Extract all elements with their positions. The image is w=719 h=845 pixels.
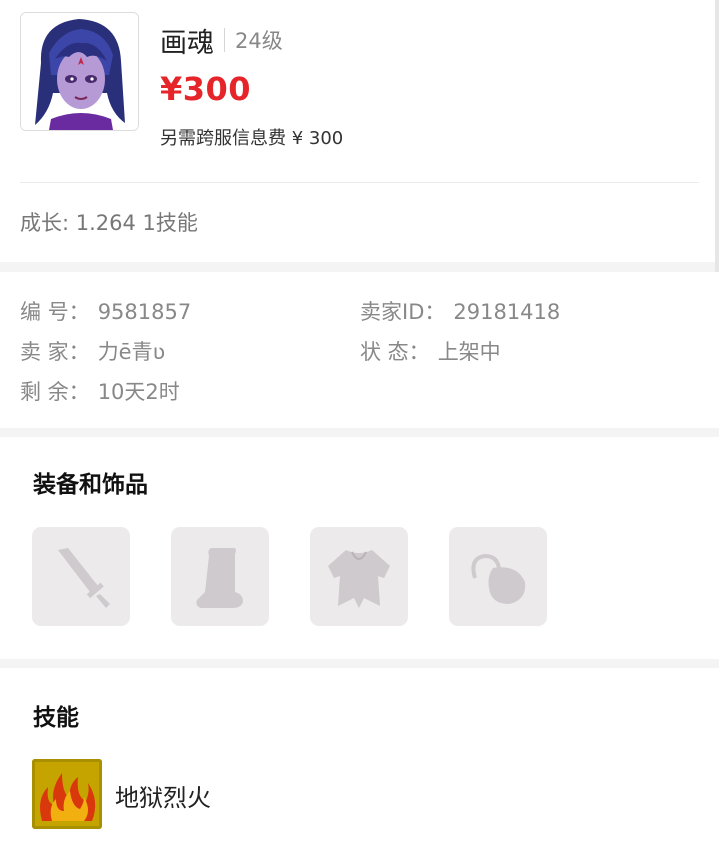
header-divider — [20, 182, 699, 183]
scrollbar[interactable] — [715, 0, 719, 300]
seller-value: 力ē青ʋ — [97, 340, 166, 364]
listing-number-label: 编 号： — [20, 300, 90, 324]
skills-title: 技能 — [33, 705, 79, 731]
seller-label: 卖 家： — [20, 340, 90, 364]
boots-icon — [196, 547, 243, 608]
remaining-label: 剩 余： — [20, 380, 90, 404]
weapon-sword-icon — [58, 547, 110, 608]
seller: 卖 家： 力ē青ʋ — [20, 336, 165, 366]
skill-item[interactable] — [32, 759, 102, 829]
title-row: 画魂 24级 — [160, 20, 283, 60]
skill-name: 地狱烈火 — [115, 784, 211, 812]
hellfire-skill-icon — [32, 759, 102, 829]
status-value: 上架中 — [437, 340, 501, 364]
armor-icon — [328, 549, 390, 608]
equipment-section: 装备和饰品 — [0, 437, 719, 659]
growth-info: 成长: 1.264 1技能 — [20, 211, 198, 235]
price: ¥300 — [160, 70, 252, 108]
equipment-slot-boots[interactable] — [171, 527, 269, 626]
equipment-slot-weapon[interactable] — [32, 527, 130, 626]
accessory-pouch-icon — [471, 553, 526, 604]
product-header: 画魂 24级 ¥300 另需跨服信息费 ¥ 300 成长: 1.264 1技能 — [0, 0, 719, 300]
title-divider — [224, 28, 225, 52]
listing-number-value: 9581857 — [97, 300, 192, 324]
skills-section: 技能 地狱烈火 — [0, 668, 719, 845]
seller-id: 卖家ID： 29181418 — [360, 296, 560, 326]
seller-id-value: 29181418 — [453, 300, 561, 324]
pet-level: 24级 — [235, 29, 283, 53]
listing-info: 编 号： 9581857 卖家ID： 29181418 卖 家： 力ē青ʋ 状 态： 上… — [0, 272, 719, 428]
equipment-title: 装备和饰品 — [33, 472, 148, 498]
seller-id-label: 卖家ID： — [360, 300, 446, 324]
listing-number: 编 号： 9581857 — [20, 296, 191, 326]
remaining-value: 10天2时 — [97, 380, 180, 404]
equipment-slot-accessory[interactable] — [449, 527, 547, 626]
remaining-time: 剩 余： 10天2时 — [20, 376, 180, 406]
status-label: 状 态： — [360, 340, 430, 364]
pet-avatar[interactable] — [20, 12, 139, 131]
demon-girl-avatar-icon — [21, 13, 138, 130]
pet-name: 画魂 — [160, 27, 214, 59]
equipment-slot-armor[interactable] — [310, 527, 408, 626]
listing-status: 状 态： 上架中 — [360, 336, 501, 366]
cross-server-fee: 另需跨服信息费 ¥ 300 — [160, 128, 344, 149]
